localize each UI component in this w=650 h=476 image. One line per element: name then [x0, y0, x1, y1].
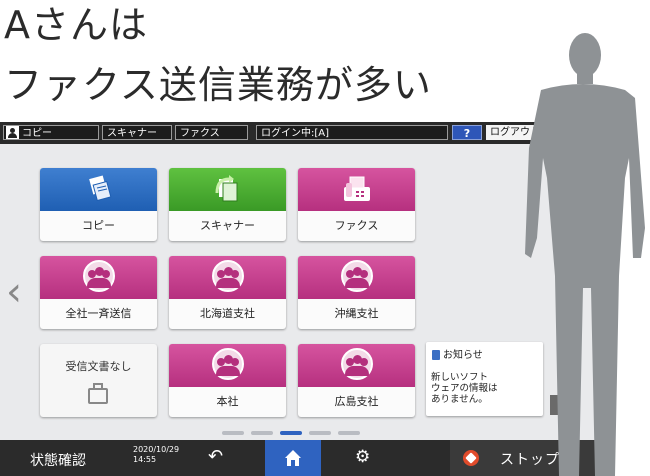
fax-small-icon [88, 383, 108, 404]
status-check-button[interactable]: 状態確認 [30, 450, 86, 470]
settings-gear-icon[interactable]: ⚙ [355, 447, 370, 467]
tile-band [169, 256, 286, 299]
user-app-button[interactable]: コピー [3, 125, 99, 140]
notice-icon [432, 350, 440, 360]
tile-label: スキャナー [200, 219, 255, 232]
tile-received-documents[interactable]: 受信文書なし [40, 344, 157, 417]
tile-band [298, 344, 415, 387]
tile-label: 全社一斉送信 [65, 307, 132, 320]
group-icon [341, 348, 373, 380]
tile-label: 広島支社 [334, 395, 379, 408]
tile-okinawa-branch[interactable]: 沖縄支社 [298, 256, 415, 329]
help-button[interactable]: ? [452, 125, 482, 140]
tile-scanner[interactable]: スキャナー [169, 168, 286, 241]
user-app-label: コピー [22, 128, 52, 139]
login-status[interactable]: ログイン中:[A] [256, 125, 448, 140]
tile-band [169, 344, 286, 387]
tile-head-office[interactable]: 本社 [169, 344, 286, 417]
tile-band [169, 168, 286, 211]
group-icon [212, 348, 244, 380]
notice-title-text: お知らせ [443, 350, 483, 361]
headline-line-2: ファクス送信業務が多い [4, 63, 432, 107]
tile-hiroshima-branch[interactable]: 広島支社 [298, 344, 415, 417]
group-icon [212, 260, 244, 292]
previous-page-arrow-icon[interactable]: ‹ [6, 272, 22, 312]
user-icon [6, 126, 19, 139]
headline-line-1: Aさんは [4, 3, 148, 47]
scanner-app-button[interactable]: スキャナー [102, 125, 172, 140]
scanner-icon [215, 175, 238, 202]
tile-label: 北海道支社 [200, 307, 255, 320]
tile-label: 本社 [216, 395, 239, 408]
date-text: 2020/10/29 [133, 445, 180, 454]
group-icon [83, 260, 115, 292]
home-icon [285, 450, 301, 466]
group-icon [341, 260, 373, 292]
page-dot[interactable] [251, 431, 273, 435]
tile-all-company-broadcast[interactable]: 全社一斉送信 [40, 256, 157, 329]
tile-label: コピー [82, 219, 115, 232]
tile-copy[interactable]: コピー [40, 168, 157, 241]
date-time: 2020/10/29 14:55 [133, 445, 179, 465]
tile-band [298, 168, 415, 211]
fax-icon [344, 176, 370, 201]
tile-band [40, 168, 157, 211]
notice-title: お知らせ [432, 346, 483, 361]
tile-hokkaido-branch[interactable]: 北海道支社 [169, 256, 286, 329]
page-dot[interactable] [338, 431, 360, 435]
copy-icon [89, 175, 112, 202]
page-dot-current[interactable] [280, 431, 302, 435]
back-arrow-icon[interactable]: ↶ [208, 446, 223, 467]
tile-label: ファクス [334, 219, 379, 232]
stop-icon [463, 450, 479, 466]
person-silhouette [525, 33, 645, 476]
time-text: 14:55 [133, 455, 157, 464]
page-dot[interactable] [309, 431, 331, 435]
tile-band [298, 256, 415, 299]
page-dot[interactable] [222, 431, 244, 435]
tile-band [40, 256, 157, 299]
tile-label: 受信文書なし [65, 360, 132, 373]
fax-app-button[interactable]: ファクス [175, 125, 248, 140]
home-button[interactable] [265, 440, 321, 476]
tile-fax[interactable]: ファクス [298, 168, 415, 241]
page-indicator [222, 431, 362, 435]
tile-label: 沖縄支社 [334, 307, 379, 320]
